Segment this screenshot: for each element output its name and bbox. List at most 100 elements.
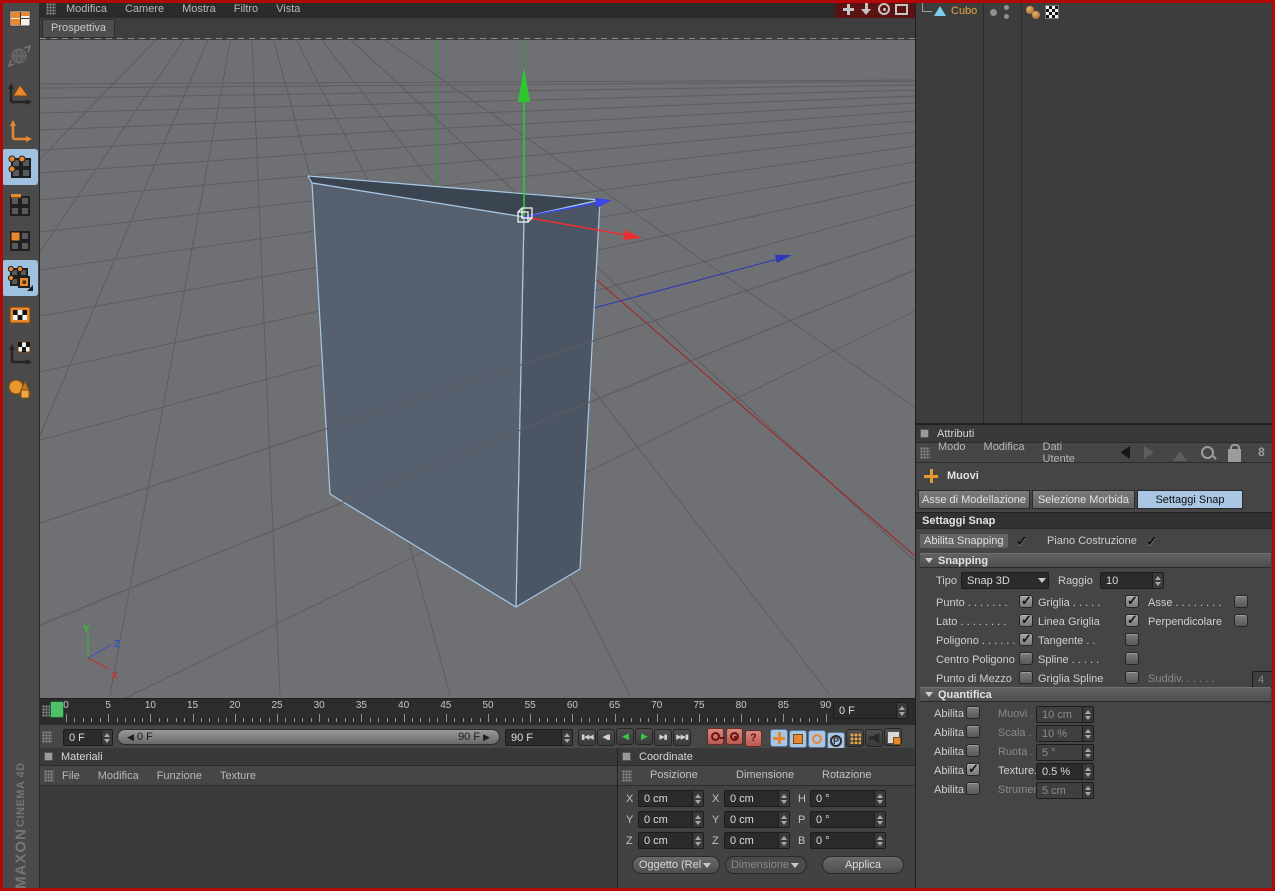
snap-griglia-checkbox[interactable] [1125,595,1139,608]
quantify-texture-field[interactable]: 0.5 % [1036,763,1094,780]
sound-toggle[interactable] [865,729,883,747]
enable-snapping-label[interactable]: Abilita Snapping [920,534,1008,548]
cube-object[interactable] [308,176,600,607]
spinner-icon[interactable] [692,791,703,806]
spinner-icon[interactable] [874,833,885,848]
snap-punto-di-mezzo-checkbox[interactable] [1019,671,1033,684]
polygon-object-icon[interactable] [934,6,946,16]
materials-menu-modifica[interactable]: Modifica [98,770,139,782]
link-icon[interactable]: 8 [1255,446,1268,459]
panel-square-icon[interactable] [44,752,53,761]
snap-asse-checkbox[interactable] [1234,595,1248,608]
go-to-start-button[interactable]: ▮◀◀ [578,729,596,746]
object-manager[interactable]: Cubo [915,0,1275,425]
spinner-icon[interactable] [874,791,885,806]
rotate-view-icon[interactable] [878,3,890,15]
enable-snapping-checkbox[interactable] [1015,535,1030,549]
dimension-mode-dropdown[interactable]: Dimensione [725,856,807,874]
spinner-icon[interactable] [692,812,703,827]
viewport-menu-modifica[interactable]: Modifica [66,3,107,15]
texture-axis-mode-icon[interactable] [2,334,38,370]
spinner-icon[interactable] [778,791,789,806]
viewport-menu-filtro[interactable]: Filtro [234,3,258,15]
drag-grip-icon[interactable] [44,770,54,782]
rotation-b-field[interactable]: 0 ° [810,832,886,849]
preview-range-slider[interactable]: ◀ 0 F 90 F ▶ [117,729,500,745]
spinner-icon[interactable] [1082,726,1093,741]
attributes-menu-modo[interactable]: Modo [938,441,966,465]
snap-poligono-checkbox[interactable] [1019,633,1033,646]
dimension-z-field[interactable]: 0 cm [724,832,790,849]
attributes-menu-modifica[interactable]: Modifica [984,441,1025,465]
render-visibility-dot[interactable] [1004,5,1009,10]
snap-lato-checkbox[interactable] [1019,614,1033,627]
go-to-end-button[interactable]: ▶▶▮ [673,729,691,746]
previous-frame-button[interactable]: ◀▮ [597,729,615,746]
record-keyframe-button[interactable] [707,728,724,745]
quantify-ruota-checkbox[interactable] [966,744,980,757]
drag-grip-icon[interactable] [42,731,52,743]
edges-mode-icon[interactable] [2,186,38,222]
editor-visibility-dot[interactable] [990,9,997,16]
range-right-arrow-icon[interactable]: ▶ [483,732,490,743]
history-up-icon[interactable] [1173,444,1187,461]
rotation-p-field[interactable]: 0 ° [810,811,886,828]
quantify-ruota-field[interactable]: 5 ° [1036,744,1094,761]
history-forward-icon[interactable] [1144,446,1159,459]
model-mode-icon[interactable] [2,75,38,111]
materials-menu-texture[interactable]: Texture [220,770,256,782]
dashed-splitter[interactable] [40,38,915,39]
coordinates-titlebar[interactable]: Coordinate [618,748,915,766]
panel-square-icon[interactable] [920,429,929,438]
record-parameter-toggle[interactable]: P [827,732,845,750]
object-mode-dropdown[interactable]: Oggetto (Rel [632,856,720,874]
tab-selezione-morbida[interactable]: Selezione Morbida [1032,490,1135,509]
snap-punto-checkbox[interactable] [1019,595,1033,608]
polygons-mode-icon[interactable] [2,223,38,259]
snap-type-dropdown[interactable]: Snap 3D [961,572,1049,589]
object-axis-mode-icon[interactable] [2,112,38,148]
dimension-x-field[interactable]: 0 cm [724,790,790,807]
end-frame-spinner[interactable]: 90 F [505,729,573,746]
position-y-field[interactable]: 0 cm [638,811,704,828]
position-x-field[interactable]: 0 cm [638,790,704,807]
position-z-field[interactable]: 0 cm [638,832,704,849]
texture-mode-icon[interactable] [2,297,38,333]
snap-suddiv-field[interactable]: 4 [1252,671,1274,688]
points-mode-icon[interactable] [2,149,38,185]
snap-linea-griglia-checkbox[interactable] [1125,614,1139,627]
spinner-icon[interactable] [778,812,789,827]
layout-manager-icon[interactable] [2,1,38,37]
pan-view-icon[interactable] [842,3,855,16]
viewport-3d-view[interactable]: Y Z X [40,40,915,698]
snap-tangente-checkbox[interactable] [1125,633,1139,646]
quantify-muovi-checkbox[interactable] [966,706,980,719]
generators-icon[interactable] [2,371,38,407]
spinner-icon[interactable] [1082,764,1093,779]
make-editable-icon[interactable] [2,38,38,74]
record-help-button[interactable]: ? [745,730,762,747]
record-rotation-toggle[interactable] [808,730,826,748]
dimension-y-field[interactable]: 0 cm [724,811,790,828]
snap-centro-poligono-checkbox[interactable] [1019,652,1033,665]
next-frame-button[interactable]: ▶▮ [654,729,672,746]
drag-grip-icon[interactable] [622,770,632,782]
record-position-toggle[interactable] [770,729,788,747]
construction-plane-checkbox[interactable] [1145,535,1160,549]
tab-asse-di-modellazione[interactable]: Asse di Modellazione [918,490,1030,509]
zoom-view-icon[interactable] [860,3,873,16]
spinner-icon[interactable] [1082,707,1093,722]
snap-settings-icon[interactable] [2,260,38,296]
snap-perpendicolare-checkbox[interactable] [1234,614,1248,627]
range-left-arrow-icon[interactable]: ◀ [127,732,134,743]
play-backwards-button[interactable]: ◀ [616,728,634,745]
object-row-cubo[interactable]: Cubo [916,0,1275,26]
spinner-icon[interactable] [101,730,112,745]
viewport-label[interactable]: Prospettiva [42,19,115,38]
spinner-icon[interactable] [1082,783,1093,798]
rotation-h-field[interactable]: 0 ° [810,790,886,807]
phong-tag-icon[interactable] [1026,6,1041,19]
keyframe-clipboard-button[interactable] [884,728,902,746]
spinner-icon[interactable] [778,833,789,848]
toggle-view-icon[interactable] [895,4,908,15]
